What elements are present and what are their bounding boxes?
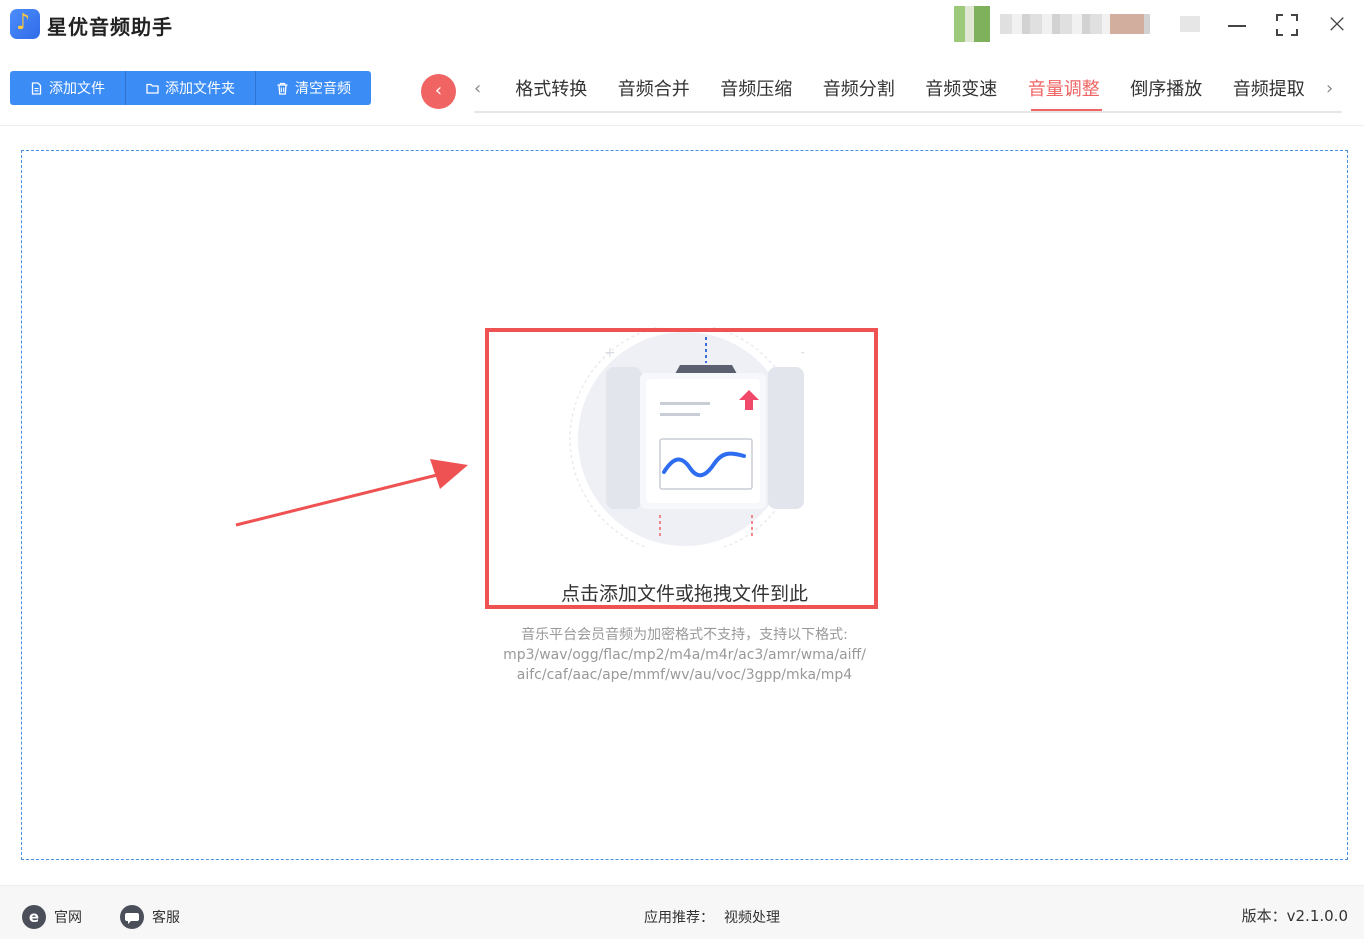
clear-audio-label: 清空音频 <box>295 81 351 97</box>
support-label: 客服 <box>152 910 180 926</box>
user-name-blurred[interactable] <box>1000 14 1150 34</box>
tabs-divider <box>474 111 1342 113</box>
supported-formats-note: 音乐平台会员音频为加密格式不支持，支持以下格式: mp3/wav/ogg/fla… <box>22 625 1347 685</box>
add-folder-label: 添加文件夹 <box>165 81 235 97</box>
add-folder-button[interactable]: 添加文件夹 <box>126 71 256 105</box>
customer-service-link[interactable]: 客服 <box>120 905 180 929</box>
tab-audio-split[interactable]: 音频分割 <box>808 72 911 112</box>
minimize-button[interactable] <box>1222 10 1252 40</box>
tab-audio-compress[interactable]: 音频压缩 <box>705 72 808 112</box>
user-avatar[interactable] <box>954 6 990 42</box>
close-button[interactable]: × <box>1322 10 1352 40</box>
app-title: 星优音频助手 <box>47 15 173 39</box>
tab-format-convert[interactable]: 格式转换 <box>500 72 603 112</box>
tab-volume-adjust[interactable]: 音量调整 <box>1013 72 1116 112</box>
add-file-label: 添加文件 <box>49 81 105 97</box>
version-text: 版本：v2.1.0.0 <box>1241 907 1348 925</box>
tab-audio-speed[interactable]: 音频变速 <box>910 72 1013 112</box>
note-line-2: mp3/wav/ogg/flac/mp2/m4a/m4r/ac3/amr/wma… <box>503 647 866 663</box>
folder-icon <box>146 83 159 94</box>
clear-audio-button[interactable]: 清空音频 <box>256 71 371 105</box>
app-logo-icon <box>10 9 40 39</box>
tab-reverse-play[interactable]: 倒序播放 <box>1115 72 1218 112</box>
drop-prompt: 点击添加文件或拖拽文件到此 <box>560 583 808 605</box>
tab-scroll-left-icon[interactable]: ‹ <box>474 78 490 99</box>
svg-text:+: + <box>800 345 804 361</box>
feature-tabs: 格式转换 音频合并 音频压缩 音频分割 音频变速 音量调整 倒序播放 音频提取 <box>500 72 1320 112</box>
user-menu-icon[interactable] <box>1180 16 1200 32</box>
file-drop-zone[interactable]: + + 点击添加文件或拖拽文件到此 音乐平台会员音频为加密格式不支持，支持以下格… <box>21 150 1348 860</box>
official-website-link[interactable]: e 官网 <box>22 905 82 929</box>
file-toolbar: 添加文件 添加文件夹 清空音频 <box>10 71 371 105</box>
website-label: 官网 <box>54 910 82 926</box>
tab-audio-merge[interactable]: 音频合并 <box>603 72 706 112</box>
title-bar: 星优音频助手 × <box>0 0 1364 52</box>
trash-icon <box>277 82 288 95</box>
note-line-3: aifc/caf/aac/ape/mmf/wv/au/voc/3gpp/mka/… <box>516 667 853 683</box>
chat-bubble-icon <box>120 905 144 929</box>
back-button[interactable]: ‹ <box>421 74 456 109</box>
website-icon: e <box>22 905 46 929</box>
recommend-label: 应用推荐： <box>644 910 714 926</box>
tab-scroll-right-icon[interactable]: › <box>1326 78 1342 99</box>
tab-audio-extract[interactable]: 音频提取 <box>1218 72 1321 112</box>
svg-text:+: + <box>604 345 616 361</box>
footer-bar: e 官网 客服 应用推荐： 视频处理 版本：v2.1.0.0 <box>0 885 1364 939</box>
add-file-button[interactable]: 添加文件 <box>10 71 126 105</box>
note-line-1: 音乐平台会员音频为加密格式不支持，支持以下格式: <box>521 627 848 643</box>
file-icon <box>31 81 42 95</box>
maximize-button[interactable] <box>1272 10 1302 40</box>
header-divider <box>0 125 1364 126</box>
video-processing-link[interactable]: 视频处理 <box>724 907 780 927</box>
upload-illustration-icon: + + <box>569 327 804 547</box>
